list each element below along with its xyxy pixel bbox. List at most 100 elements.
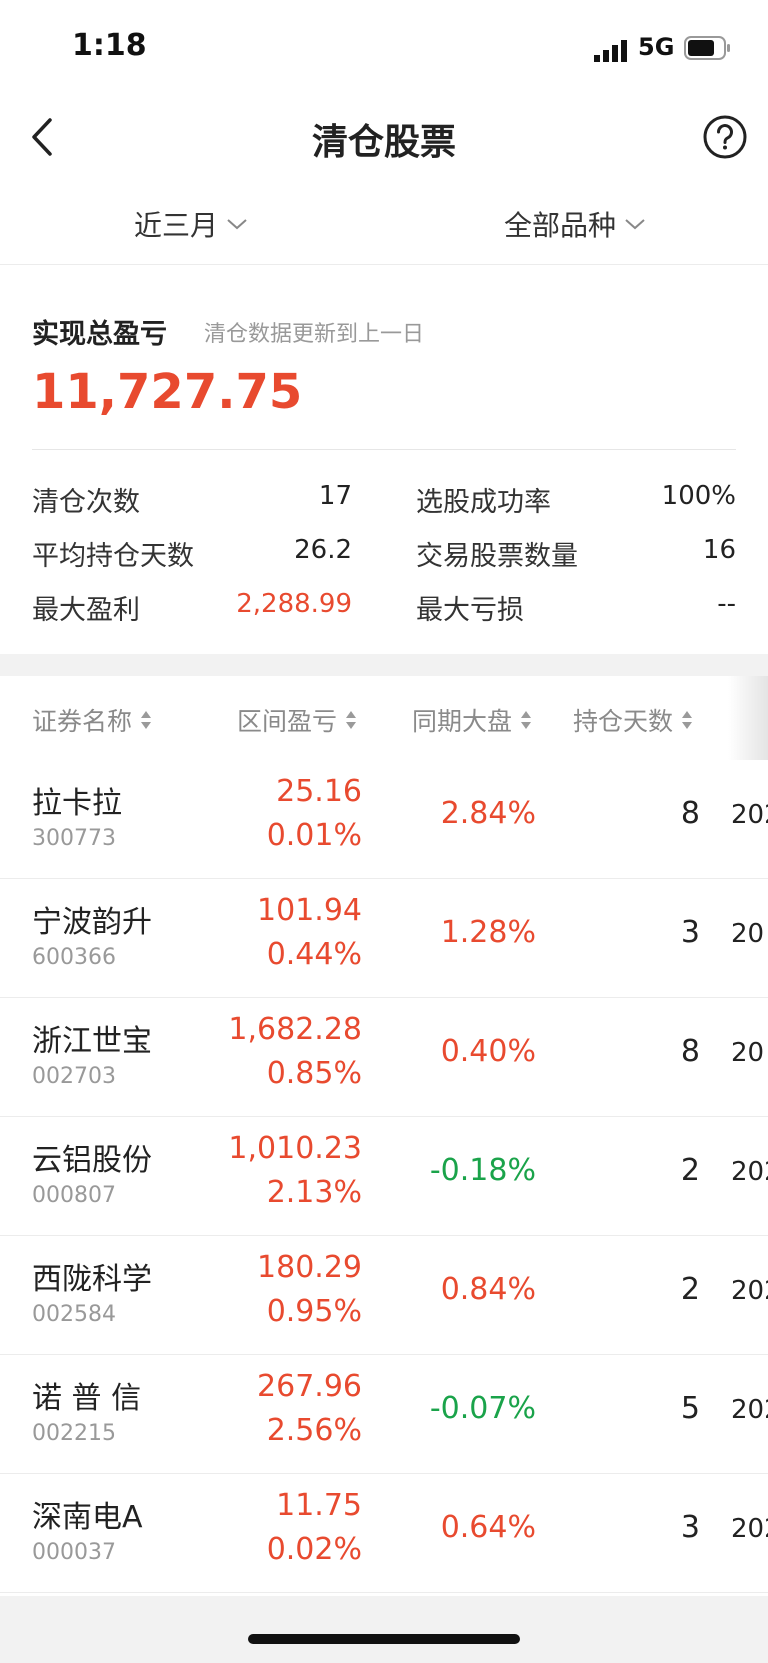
clear-date: 202 xyxy=(731,1395,768,1425)
pl-amount: 180.29 xyxy=(257,1250,362,1285)
market-change: -0.18% xyxy=(429,1153,536,1188)
battery-icon xyxy=(684,36,730,60)
sort-icon xyxy=(521,711,532,729)
chevron-down-icon xyxy=(625,219,645,230)
holding-days: 8 xyxy=(680,796,700,831)
pl-amount: 1,010.23 xyxy=(228,1131,362,1166)
stock-code: 002584 xyxy=(32,1302,116,1327)
pl-amount: 101.94 xyxy=(257,893,362,928)
market-change: 0.84% xyxy=(440,1272,536,1307)
header-market[interactable]: 同期大盘 xyxy=(412,702,532,738)
clear-date: 202 xyxy=(731,1157,768,1187)
nav-bar: 清仓股票 xyxy=(0,96,768,180)
header-market-label: 同期大盘 xyxy=(412,707,513,736)
table-header: 证券名称 区间盈亏 同期大盘 持仓天数 xyxy=(0,676,768,760)
pl-amount: 1,682.28 xyxy=(228,1012,362,1047)
stock-name: 浙江世宝 xyxy=(32,1024,152,1059)
table-row[interactable]: 云铝股份 000807 1,010.23 2.13% -0.18% 2 202 xyxy=(0,1117,768,1236)
pl-percent: 0.95% xyxy=(266,1294,362,1329)
market-change: 0.40% xyxy=(440,1034,536,1069)
stock-count-label: 交易股票数量 xyxy=(416,541,578,572)
max-loss-label: 最大亏损 xyxy=(416,595,524,626)
table-row[interactable]: 宁波韵升 600366 101.94 0.44% 1.28% 3 20 xyxy=(0,879,768,998)
sort-icon xyxy=(682,711,693,729)
table-row[interactable]: 深南电A 000037 11.75 0.02% 0.64% 3 202 xyxy=(0,1474,768,1593)
bottom-safe-area xyxy=(0,1596,768,1663)
total-pl-value: 11,727.75 xyxy=(32,364,303,420)
table-row[interactable]: 浙江世宝 002703 1,682.28 0.85% 0.40% 8 20 xyxy=(0,998,768,1117)
stock-name: 云铝股份 xyxy=(32,1143,152,1178)
category-filter[interactable]: 全部品种 xyxy=(504,204,646,244)
stock-code: 000807 xyxy=(32,1183,116,1208)
header-name-label: 证券名称 xyxy=(32,707,133,736)
stock-code: 002215 xyxy=(32,1421,116,1446)
chevron-down-icon xyxy=(227,219,247,230)
stock-code: 000037 xyxy=(32,1540,116,1565)
update-note: 清仓数据更新到上一日 xyxy=(204,322,425,347)
market-change: 2.84% xyxy=(440,796,536,831)
divider xyxy=(32,449,736,450)
interval-pl: 180.29 0.95% xyxy=(257,1246,362,1334)
market-change: -0.07% xyxy=(429,1391,536,1426)
interval-pl: 1,010.23 2.13% xyxy=(228,1127,362,1215)
clear-date: 202 xyxy=(731,800,768,830)
status-bar: 1:18 5G xyxy=(0,0,768,96)
interval-pl: 11.75 0.02% xyxy=(267,1484,362,1572)
header-days-label: 持仓天数 xyxy=(573,707,674,736)
stock-name: 拉卡拉 xyxy=(32,786,122,821)
clear-date: 20 xyxy=(731,1038,765,1068)
page-title: 清仓股票 xyxy=(311,122,456,163)
max-loss-value: -- xyxy=(717,589,736,619)
filter-row: 近三月 全部品种 xyxy=(0,180,768,265)
max-profit-value: 2,288.99 xyxy=(236,589,352,619)
pl-percent: 0.85% xyxy=(266,1056,362,1091)
avg-days-value: 26.2 xyxy=(294,535,352,565)
category-filter-label: 全部品种 xyxy=(504,209,617,242)
stock-list: 拉卡拉 300773 25.160.01% 2.84% 8 202 宁波韵升 6… xyxy=(0,760,768,1593)
clear-date: 20 xyxy=(731,919,765,949)
holding-days: 3 xyxy=(680,1510,700,1545)
stock-name: 深南电A xyxy=(32,1500,143,1535)
interval-pl: 101.94 0.44% xyxy=(257,889,362,977)
holding-days: 8 xyxy=(680,1034,700,1069)
section-separator xyxy=(0,654,768,676)
home-indicator[interactable] xyxy=(248,1634,520,1644)
stock-name: 诺 普 信 xyxy=(32,1381,142,1416)
help-icon[interactable] xyxy=(702,114,748,160)
table-row[interactable]: 拉卡拉 300773 25.16 0.01% 2.84% 8 202 xyxy=(0,760,768,879)
pl-amount: 11.75 xyxy=(276,1488,362,1523)
table-row[interactable]: 诺 普 信 002215 267.96 2.56% -0.07% 5 202 xyxy=(0,1355,768,1474)
pl-percent: 0.01% xyxy=(266,818,362,853)
pl-percent: 0.02% xyxy=(266,1532,362,1567)
header-name[interactable]: 证券名称 xyxy=(32,702,152,738)
header-pl-label: 区间盈亏 xyxy=(237,707,338,736)
pl-percent: 2.13% xyxy=(266,1175,362,1210)
stock-name: 宁波韵升 xyxy=(32,905,152,940)
pl-amount: 267.96 xyxy=(257,1369,362,1404)
scroll-edge-shadow xyxy=(728,676,768,760)
avg-days-label: 平均持仓天数 xyxy=(32,541,194,572)
header-pl[interactable]: 区间盈亏 xyxy=(237,702,357,738)
pl-percent: 2.56% xyxy=(266,1413,362,1448)
period-filter-label: 近三月 xyxy=(134,209,219,242)
interval-pl: 267.96 2.56% xyxy=(257,1365,362,1453)
signal-icon xyxy=(594,40,627,62)
max-profit-label: 最大盈利 xyxy=(32,595,140,626)
total-pl-title: 实现总盈亏 xyxy=(32,319,167,350)
table-row[interactable]: 西陇科学 002584 180.29 0.95% 0.84% 2 202 xyxy=(0,1236,768,1355)
success-rate-label: 选股成功率 xyxy=(416,487,551,518)
status-time: 1:18 xyxy=(72,28,147,63)
success-rate-value: 100% xyxy=(661,481,736,511)
sort-icon xyxy=(141,711,152,729)
interval-pl: 25.16 0.01% xyxy=(267,770,362,858)
stock-count-value: 16 xyxy=(702,535,736,565)
clear-count-value: 17 xyxy=(318,481,352,511)
summary-panel: 实现总盈亏 清仓数据更新到上一日 11,727.75 清仓次数 17 选股成功率… xyxy=(0,264,768,654)
period-filter[interactable]: 近三月 xyxy=(134,204,248,244)
header-days[interactable]: 持仓天数 xyxy=(573,702,693,738)
stock-code: 600366 xyxy=(32,945,116,970)
stock-code: 300773 xyxy=(32,826,116,851)
clear-date: 202 xyxy=(731,1276,768,1306)
pl-percent: 0.44% xyxy=(266,937,362,972)
interval-pl: 1,682.28 0.85% xyxy=(228,1008,362,1096)
